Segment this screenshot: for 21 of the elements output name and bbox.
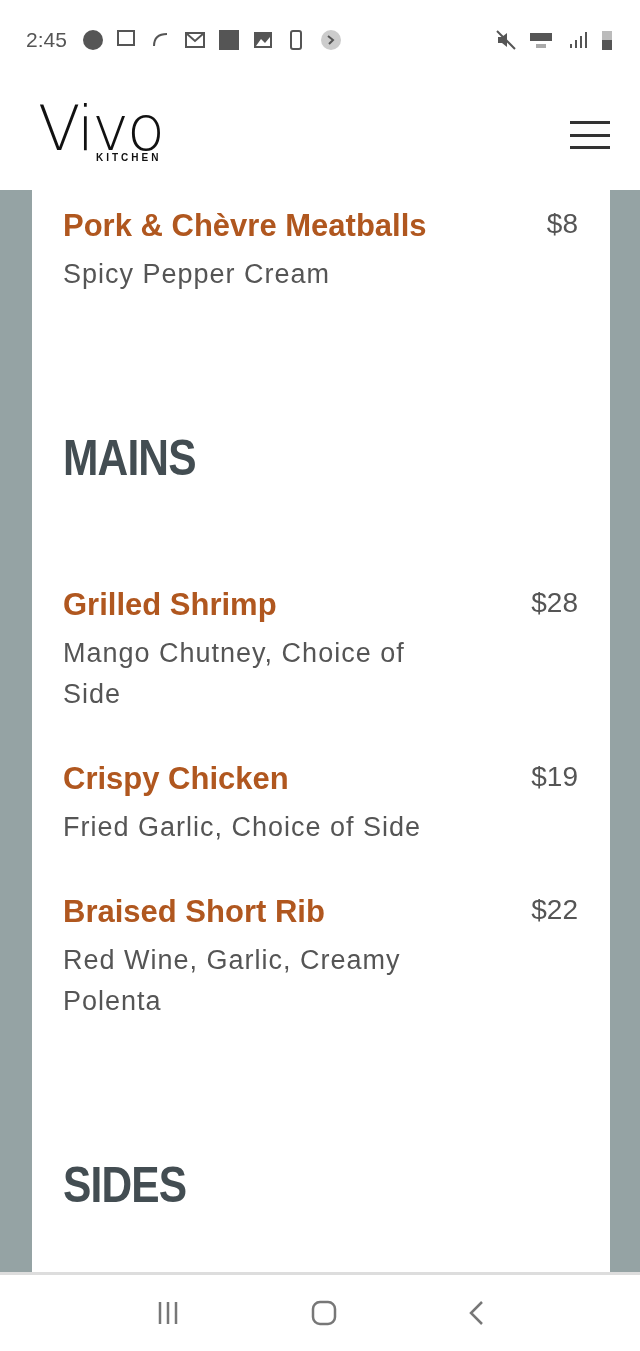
- dish-price: $22: [531, 894, 578, 926]
- dish-name: Pork & Chèvre Meatballs: [63, 208, 427, 244]
- dish-description: Spicy Pepper Cream: [63, 258, 332, 291]
- dish-description: Fried Garlic, Choice of Side: [63, 811, 423, 844]
- status-time: 2:45: [26, 28, 67, 52]
- dish-description: Mango Chutney, Choice of Side: [63, 637, 406, 711]
- back-icon[interactable]: [468, 1300, 485, 1326]
- section-heading: SIDES: [63, 1160, 188, 1210]
- home-icon[interactable]: [311, 1300, 337, 1326]
- dish-price: $28: [531, 587, 578, 619]
- section-heading: MAINS: [63, 433, 197, 483]
- dish-name: Crispy Chicken: [63, 761, 289, 797]
- dish-name: Grilled Shrimp: [63, 587, 277, 623]
- mute-icon: [494, 28, 518, 52]
- dish-price: $19: [531, 761, 578, 793]
- dish-name: Braised Short Rib: [63, 894, 325, 930]
- shazam-icon: [318, 28, 343, 52]
- dish-price: $8: [546, 208, 578, 240]
- menu-button[interactable]: [570, 121, 610, 149]
- battery-icon: [600, 28, 614, 52]
- dish-description: Red Wine, Garlic, Creamy Polenta: [63, 944, 402, 1018]
